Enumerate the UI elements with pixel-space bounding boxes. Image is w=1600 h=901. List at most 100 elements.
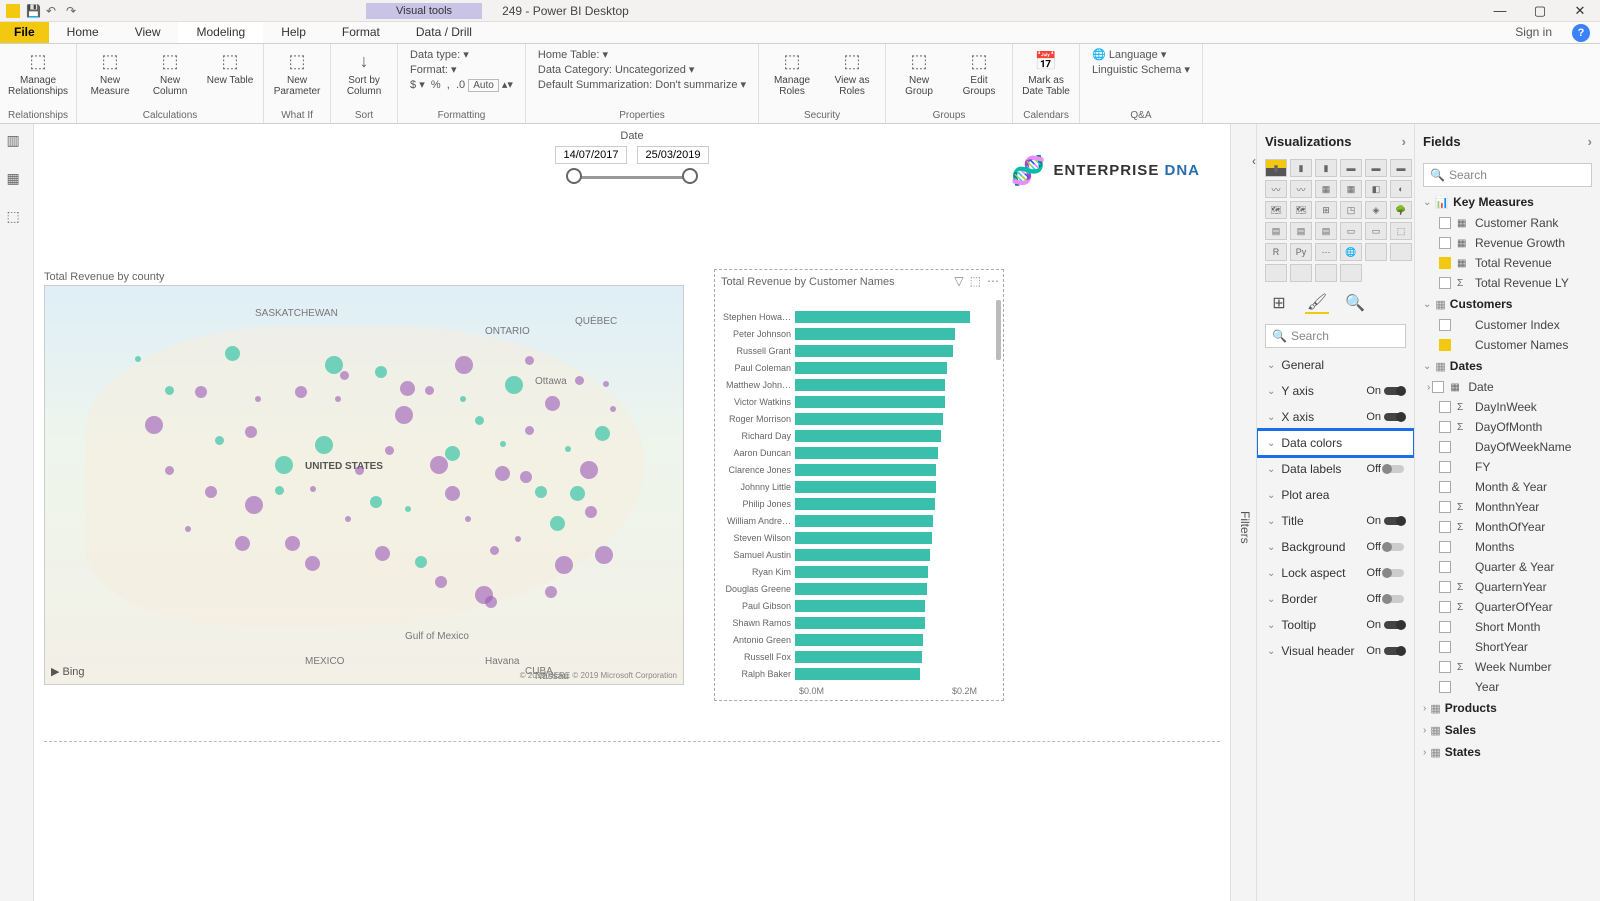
field-monthnyear[interactable]: ΣMonthnYear	[1415, 497, 1600, 517]
visual-type-28[interactable]	[1365, 243, 1387, 261]
visual-type-10[interactable]: ◧	[1365, 180, 1387, 198]
file-tab[interactable]: File	[0, 22, 49, 43]
visual-type-22[interactable]: ▭	[1365, 222, 1387, 240]
currency-icon[interactable]: $ ▾	[410, 79, 425, 91]
field-date[interactable]: ›▦Date	[1415, 377, 1600, 397]
slider-handle-end[interactable]	[682, 168, 698, 184]
field-totalrevenuely[interactable]: ΣTotal Revenue LY	[1415, 273, 1600, 293]
help-icon[interactable]: ?	[1572, 24, 1590, 42]
visual-type-30[interactable]	[1265, 264, 1287, 282]
percent-icon[interactable]: %	[431, 79, 441, 91]
format-row-tooltip[interactable]: ⌄TooltipOn	[1257, 612, 1414, 638]
save-icon[interactable]: 💾	[26, 4, 40, 18]
linguistic-schema-dropdown[interactable]: Linguistic Schema ▾	[1088, 62, 1194, 77]
format-dropdown[interactable]: Format: ▾	[406, 62, 517, 77]
chevron-right-icon[interactable]: ›	[1588, 134, 1592, 149]
visual-type-24[interactable]: R	[1265, 243, 1287, 261]
format-row-datacolors[interactable]: ⌄Data colors	[1257, 430, 1414, 456]
field-totalrevenue[interactable]: ▦Total Revenue	[1415, 253, 1600, 273]
minimize-button[interactable]: —	[1480, 0, 1520, 22]
visual-type-14[interactable]: ⊞	[1315, 201, 1337, 219]
focus-mode-icon[interactable]: ⬚	[970, 274, 981, 288]
fields-table-customers[interactable]: ⌄▦Customers	[1415, 293, 1600, 315]
visual-type-8[interactable]: ▦	[1315, 180, 1337, 198]
visual-type-11[interactable]: ◐	[1390, 180, 1412, 198]
report-canvas[interactable]: Date 🧬 ENTERPRISE DNA Total Revenue by c…	[34, 124, 1230, 901]
visual-type-15[interactable]: ◳	[1340, 201, 1362, 219]
visual-type-0[interactable]: ▮	[1265, 159, 1287, 177]
visual-type-18[interactable]: ▤	[1265, 222, 1287, 240]
comma-icon[interactable]: ,	[447, 79, 450, 91]
visual-type-23[interactable]: ⬚	[1390, 222, 1412, 240]
undo-icon[interactable]: ↶	[46, 4, 60, 18]
visual-type-5[interactable]: ▬	[1390, 159, 1412, 177]
field-quarteryear[interactable]: Quarter & Year	[1415, 557, 1600, 577]
format-row-border[interactable]: ⌄BorderOff	[1257, 586, 1414, 612]
visual-type-7[interactable]: 〰	[1290, 180, 1312, 198]
fields-well-icon[interactable]: ⊞	[1267, 292, 1291, 314]
chevron-right-icon[interactable]: ›	[1402, 134, 1406, 149]
visual-type-9[interactable]: ▦	[1340, 180, 1362, 198]
tab-format[interactable]: Format	[324, 22, 398, 43]
field-customerindex[interactable]: Customer Index	[1415, 315, 1600, 335]
tab-datadrill[interactable]: Data / Drill	[398, 22, 490, 43]
format-row-visualheader[interactable]: ⌄Visual headerOn	[1257, 638, 1414, 664]
bar-scrollbar[interactable]	[996, 300, 1001, 360]
field-months[interactable]: Months	[1415, 537, 1600, 557]
visual-type-4[interactable]: ▬	[1365, 159, 1387, 177]
visual-type-21[interactable]: ▭	[1340, 222, 1362, 240]
visual-type-12[interactable]: 🗺	[1265, 201, 1287, 219]
mark-as-date-table-button[interactable]: 📅Mark as Date Table	[1021, 47, 1071, 97]
model-view-icon[interactable]: ⬚	[7, 208, 27, 228]
visual-type-20[interactable]: ▤	[1315, 222, 1337, 240]
date-slider[interactable]	[572, 176, 692, 179]
field-shortyear[interactable]: ShortYear	[1415, 637, 1600, 657]
tab-home[interactable]: Home	[49, 22, 117, 43]
visual-type-16[interactable]: ◈	[1365, 201, 1387, 219]
format-row-general[interactable]: ⌄General	[1257, 352, 1414, 378]
format-row-background[interactable]: ⌄BackgroundOff	[1257, 534, 1414, 560]
visual-type-32[interactable]	[1315, 264, 1337, 282]
format-row-datalabels[interactable]: ⌄Data labelsOff	[1257, 456, 1414, 482]
visual-type-26[interactable]: ⋯	[1315, 243, 1337, 261]
date-to-input[interactable]	[637, 146, 709, 164]
calc-new-button[interactable]: ⬚New Measure	[85, 47, 135, 97]
visual-type-3[interactable]: ▬	[1340, 159, 1362, 177]
report-view-icon[interactable]: ▥	[7, 132, 27, 152]
field-customerrank[interactable]: ▦Customer Rank	[1415, 213, 1600, 233]
decimals-decrease-icon[interactable]: .0	[456, 79, 465, 91]
visual-type-33[interactable]	[1340, 264, 1362, 282]
field-dayinweek[interactable]: ΣDayInWeek	[1415, 397, 1600, 417]
visual-type-19[interactable]: ▤	[1290, 222, 1312, 240]
fields-table-keymeasures[interactable]: ⌄📊Key Measures	[1415, 191, 1600, 213]
manage-relationships-button[interactable]: ⬚Manage Relationships	[13, 47, 63, 97]
field-fy[interactable]: FY	[1415, 457, 1600, 477]
visual-type-29[interactable]	[1390, 243, 1412, 261]
new-parameter-button[interactable]: ⬚New Parameter	[272, 47, 322, 97]
redo-icon[interactable]: ↷	[66, 4, 80, 18]
field-customernames[interactable]: Customer Names	[1415, 335, 1600, 355]
data-type-dropdown[interactable]: Data type: ▾	[406, 47, 517, 62]
field-shortmonth[interactable]: Short Month	[1415, 617, 1600, 637]
bar-chart-visual[interactable]: Total Revenue by Customer Names ▽ ⬚ ⋯ St…	[714, 269, 1004, 701]
language-dropdown[interactable]: 🌐 Language ▾	[1088, 47, 1194, 62]
data-view-icon[interactable]: ▦	[7, 170, 27, 190]
groups-edit-button[interactable]: ⬚Edit Groups	[954, 47, 1004, 97]
filter-icon[interactable]: ▽	[954, 274, 963, 288]
field-monthofyear[interactable]: ΣMonthOfYear	[1415, 517, 1600, 537]
calc-new-button[interactable]: ⬚New Table	[205, 47, 255, 86]
auto-decimals[interactable]: Auto	[468, 79, 499, 92]
sort-by-column-button[interactable]: ↓Sort by Column	[339, 47, 389, 97]
more-options-icon[interactable]: ⋯	[987, 274, 999, 288]
field-weeknumber[interactable]: ΣWeek Number	[1415, 657, 1600, 677]
fields-table-products[interactable]: ›▦Products	[1415, 697, 1600, 719]
tab-help[interactable]: Help	[263, 22, 324, 43]
close-button[interactable]: ✕	[1560, 0, 1600, 22]
analytics-icon[interactable]: 🔍	[1343, 292, 1367, 314]
visual-type-17[interactable]: 🌳	[1390, 201, 1412, 219]
format-row-yaxis[interactable]: ⌄Y axisOn	[1257, 378, 1414, 404]
filters-pane-collapsed[interactable]: ‹ Filters	[1230, 124, 1256, 901]
visual-type-27[interactable]: 🌐	[1340, 243, 1362, 261]
fields-table-dates[interactable]: ⌄▦Dates	[1415, 355, 1600, 377]
visual-type-2[interactable]: ▮	[1315, 159, 1337, 177]
